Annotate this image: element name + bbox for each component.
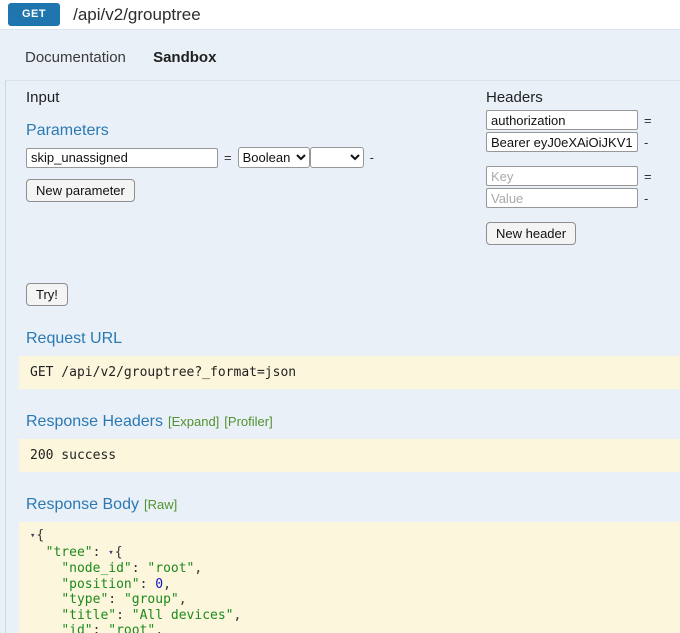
headers-section-label: Headers — [486, 89, 543, 106]
endpoint-header: GET /api/v2/grouptree — [0, 0, 680, 30]
profiler-link[interactable]: [Profiler] — [224, 414, 272, 429]
json-token: { — [114, 544, 123, 560]
http-method-badge[interactable]: GET — [8, 3, 61, 26]
response-status: 200 success — [19, 439, 680, 472]
parameter-row: = Boolean - — [26, 147, 380, 168]
json-token: "root" — [147, 561, 195, 576]
new-header-button[interactable]: New header — [486, 222, 577, 245]
json-token: , — [163, 576, 171, 592]
json-token: 0 — [155, 576, 164, 592]
expand-link[interactable]: [Expand] — [168, 414, 219, 429]
json-token: "group" — [123, 592, 179, 607]
json-token: : — [139, 576, 156, 592]
response-body-title: Response Body — [26, 496, 139, 513]
json-line: "id": "root", — [30, 623, 669, 633]
endpoint-path[interactable]: /api/v2/grouptree — [73, 5, 201, 25]
try-button[interactable]: Try! — [26, 283, 68, 306]
json-token: : — [92, 544, 109, 560]
tab-documentation[interactable]: Documentation — [25, 49, 126, 66]
json-token: "title" — [61, 607, 117, 623]
header-key-input[interactable] — [486, 110, 638, 130]
dash-sign: - — [644, 134, 649, 150]
header-row: - — [486, 188, 658, 208]
header-row: - — [486, 132, 658, 152]
request-url-value: GET /api/v2/grouptree?_format=json — [19, 356, 680, 389]
json-token: "All devices" — [131, 607, 234, 623]
collapse-toggle-icon[interactable]: ▾ — [30, 531, 35, 541]
json-token: "position" — [61, 576, 140, 592]
response-body-heading: Response Body [Raw] — [26, 496, 680, 514]
input-section-label: Input — [26, 89, 60, 106]
parameter-name-input[interactable] — [26, 147, 218, 168]
parameter-value-select[interactable] — [309, 147, 364, 168]
raw-link[interactable]: [Raw] — [144, 497, 177, 512]
json-token: , — [233, 607, 242, 623]
tab-sandbox[interactable]: Sandbox — [153, 49, 216, 66]
header-key-input[interactable] — [486, 166, 638, 186]
response-headers-title: Response Headers — [26, 413, 163, 430]
json-token: , — [194, 561, 203, 576]
header-row: = — [486, 166, 658, 186]
equals-sign: = — [224, 150, 232, 165]
json-line: "title": "All devices", — [30, 608, 669, 624]
dash-sign: - — [369, 150, 374, 165]
json-line: "node_id": "root", — [30, 561, 669, 577]
json-token: "type" — [61, 592, 109, 607]
json-token: : — [131, 561, 148, 576]
json-token: , — [178, 592, 187, 607]
sandbox-panel: Input Parameters = Boolean - New paramet… — [5, 80, 680, 633]
json-token: "root" — [108, 623, 156, 633]
parameters-heading: Parameters — [26, 122, 109, 139]
dash-sign: - — [644, 190, 649, 206]
new-parameter-button[interactable]: New parameter — [26, 179, 135, 202]
json-line: "tree": ▾{ — [30, 545, 669, 562]
equals-sign: = — [644, 168, 652, 184]
equals-sign: = — [644, 112, 652, 128]
json-token: "node_id" — [61, 561, 132, 576]
json-token: : — [108, 592, 124, 607]
json-token: , — [155, 623, 164, 633]
view-tabs: Documentation Sandbox — [25, 49, 680, 66]
response-body-json: ▾{ "tree": ▾{ "node_id": "root", "positi… — [19, 522, 680, 633]
json-line: ▾{ — [30, 528, 669, 545]
collapse-toggle-icon[interactable]: ▾ — [108, 548, 113, 558]
json-token: "id" — [61, 623, 93, 633]
header-value-input[interactable] — [486, 188, 638, 208]
parameter-type-select[interactable]: Boolean — [237, 147, 310, 168]
json-token: : — [92, 623, 109, 633]
json-token: { — [36, 528, 45, 543]
json-line: "position": 0, — [30, 577, 669, 593]
json-token: "tree" — [45, 544, 93, 560]
request-url-heading: Request URL — [26, 330, 123, 347]
json-token: : — [116, 607, 132, 623]
json-line: "type": "group", — [30, 592, 669, 608]
header-value-input[interactable] — [486, 132, 638, 152]
response-headers-heading: Response Headers [Expand] [Profiler] — [26, 413, 680, 431]
header-row: = — [486, 110, 658, 130]
